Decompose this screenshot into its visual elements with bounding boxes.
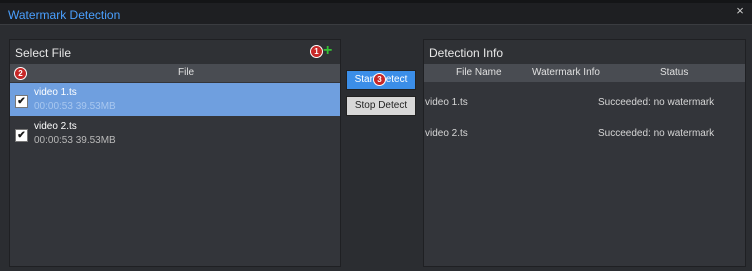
annotation-badge-1: 1 — [310, 45, 323, 58]
file-list-item[interactable]: ✔ video 2.ts 00:00:53 39.53MB — [10, 117, 340, 150]
detection-info-header: Detection Info — [424, 40, 745, 64]
annotation-badge-3: 3 — [373, 73, 386, 86]
detection-info-title: Detection Info — [429, 46, 504, 60]
select-file-header: Select File 1 + — [10, 40, 340, 64]
row-file-name: video 2.ts — [425, 128, 468, 139]
file-checkbox[interactable]: ✔ — [15, 129, 28, 142]
stop-detect-button[interactable]: Stop Detect — [346, 96, 416, 116]
column-watermark-info: Watermark Info — [532, 67, 600, 78]
row-file-name: video 1.ts — [425, 97, 468, 108]
titlebar-top-strip — [0, 0, 752, 3]
add-file-icon[interactable]: + — [323, 43, 332, 59]
row-status: Succeeded: no watermark — [598, 97, 715, 108]
column-status: Status — [660, 67, 689, 78]
file-meta: 00:00:53 39.53MB — [34, 101, 116, 112]
file-column-header: 2 File — [10, 64, 340, 82]
select-file-panel: Select File 1 + 2 File ✔ video 1.ts 00:0… — [9, 39, 341, 267]
detection-info-panel: Detection Info File Name Watermark Info … — [423, 39, 746, 267]
file-checkbox[interactable]: ✔ — [15, 95, 28, 108]
row-status: Succeeded: no watermark — [598, 128, 715, 139]
file-meta: 00:00:53 39.53MB — [34, 135, 116, 146]
file-list-item[interactable]: ✔ video 1.ts 00:00:53 39.53MB — [10, 83, 340, 116]
window-titlebar: Watermark Detection × — [0, 0, 752, 25]
select-file-title: Select File — [15, 46, 72, 60]
column-file-name: File Name — [456, 67, 502, 78]
file-name: video 1.ts — [34, 87, 77, 98]
annotation-badge-2: 2 — [14, 67, 27, 80]
window-title: Watermark Detection — [8, 8, 121, 22]
detection-column-header: File Name Watermark Info Status — [424, 64, 745, 82]
close-icon[interactable]: × — [733, 4, 747, 18]
file-name: video 2.ts — [34, 121, 77, 132]
file-column-label: File — [178, 67, 195, 78]
